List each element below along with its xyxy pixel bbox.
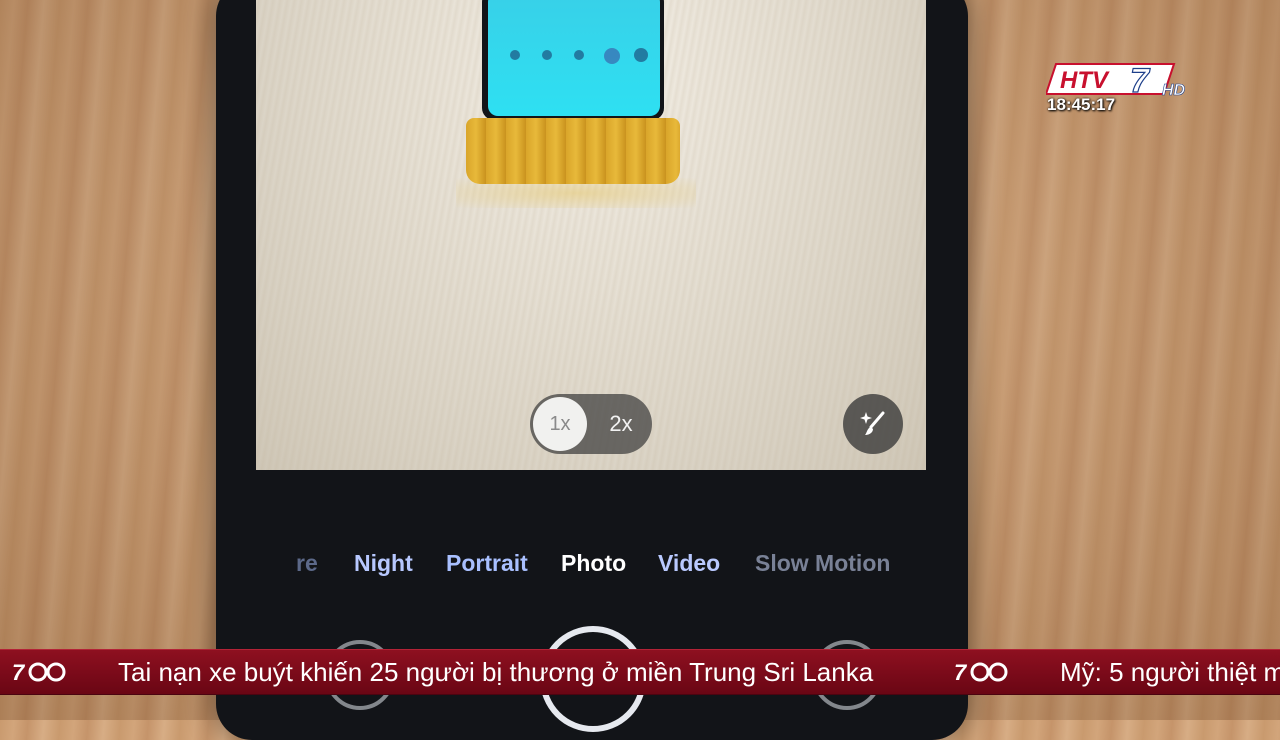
channel-mini-logo-icon: 7 (954, 660, 1008, 685)
mode-more[interactable]: re (296, 550, 318, 577)
camera-mode-selector: re Night Portrait Photo Video Slow Motio… (256, 540, 926, 590)
subject-phone-screen (488, 0, 660, 116)
sparkle-brush-icon (860, 411, 885, 435)
magic-enhance-button[interactable] (843, 394, 903, 454)
ticker-headline: Mỹ: 5 người thiệt m (1060, 657, 1280, 687)
zoom-1x-button[interactable]: 1x (533, 397, 587, 451)
mode-video[interactable]: Video (658, 550, 720, 577)
mode-portrait[interactable]: Portrait (446, 550, 528, 577)
svg-text:7: 7 (12, 660, 26, 685)
svg-text:HD: HD (1162, 82, 1186, 99)
mode-photo[interactable]: Photo (561, 550, 626, 577)
svg-text:7: 7 (954, 660, 968, 685)
wooden-stand (466, 118, 680, 184)
mode-night[interactable]: Night (354, 550, 413, 577)
svg-text:HTV: HTV (1060, 67, 1110, 94)
broadcast-clock: 18:45:17 (1047, 95, 1116, 114)
zoom-2x-button[interactable]: 2x (594, 397, 648, 451)
mode-slow-motion[interactable]: Slow Motion (755, 550, 890, 577)
ticker-headline: Tai nạn xe buýt khiến 25 người bị thương… (118, 657, 874, 687)
channel-logo: HTV 7 HD (1046, 61, 1186, 100)
channel-mini-logo-icon: 7 (12, 660, 66, 685)
news-ticker: 7 Tai nạn xe buýt khiến 25 người bị thươ… (0, 649, 1280, 695)
svg-text:7: 7 (1130, 62, 1151, 100)
